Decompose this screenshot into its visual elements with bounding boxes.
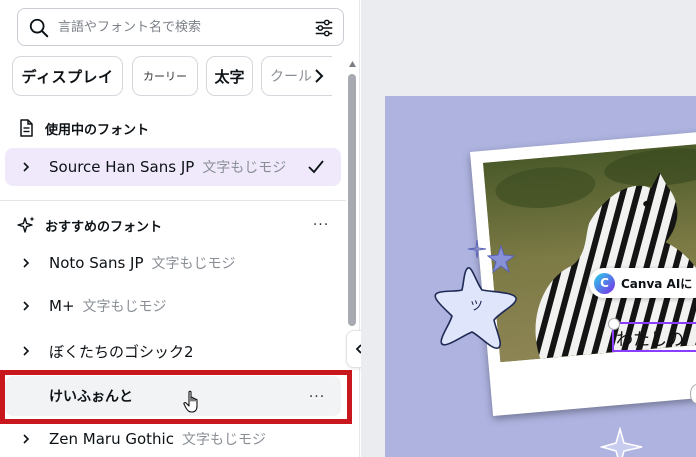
section-title: おすすめのフォント [45,219,163,235]
canva-ai-label: Canva AIに [621,276,693,291]
sparkles-icon [17,216,35,233]
chip-display[interactable]: ディスプレイ [12,56,123,96]
font-sample: 文字もじモジ [82,299,167,315]
font-panel: ディスプレイ カーリー 太字 クール 使用中のフォント Source Han S… [0,0,360,457]
font-row-zen-maru-gothic[interactable]: Zen Maru Gothic 文字もじモジ [5,424,341,454]
search-icon [29,18,49,38]
recommended-fonts-header: おすすめのフォント [16,214,162,236]
canva-ai-logo-icon: C [594,272,615,294]
scrollbar-thumb[interactable] [348,74,356,326]
chevron-right-icon[interactable] [19,299,33,313]
chevron-right-icon[interactable] [19,344,33,358]
sparkle-doodle [467,239,487,259]
font-search-box[interactable] [17,8,344,46]
font-sample: 文字もじモジ [181,432,266,448]
checkmark-icon [308,160,324,174]
text-box-content: わたしの [616,329,684,350]
selected-text-box[interactable]: わたしの [612,322,696,352]
font-name: M+ [49,297,75,315]
scroll-up-arrow-icon[interactable] [348,60,357,68]
hand-cursor-icon [183,390,198,413]
font-row-bokutachi-gothic[interactable]: ぼくたちのゴシック2 [5,332,341,370]
chevron-right-icon[interactable] [19,160,33,174]
star-sticker[interactable]: ツ [430,262,522,352]
chip-label: ディスプレイ [21,67,114,86]
font-row-mplus[interactable]: M+ 文字もじモジ [5,287,341,325]
resize-handle[interactable] [608,318,620,330]
font-search-input[interactable] [58,16,308,38]
font-sample: 文字もじモジ [151,256,236,272]
font-name: Noto Sans JP [49,254,144,272]
font-category-chips: ディスプレイ カーリー 太字 クール [12,55,332,97]
chip-label: 太字 [214,67,245,86]
font-name: ぼくたちのゴシック2 [49,342,194,361]
chevron-right-icon[interactable] [312,66,326,86]
section-divider [0,200,346,201]
font-row-source-han-sans-jp[interactable]: Source Han Sans JP 文字もじモジ [5,148,341,186]
chevron-right-icon[interactable] [19,432,33,446]
current-fonts-header: 使用中のフォント [16,117,149,139]
chip-label: クール [270,69,312,85]
chevron-right-icon[interactable] [19,256,33,270]
chip-bold[interactable]: 太字 [206,56,253,96]
filter-sliders-icon[interactable] [313,17,335,39]
more-options-button[interactable]: ··· [310,214,332,236]
font-name: Source Han Sans JP [49,158,195,176]
font-name: Zen Maru Gothic [49,430,174,448]
document-icon [20,119,33,137]
chip-label: カーリー [143,70,187,83]
highlight-box [0,370,352,424]
chip-curly[interactable]: カーリー [132,56,198,96]
sparkle-doodle [600,426,643,457]
font-sample: 文字もじモジ [202,160,287,176]
font-row-noto-sans-jp[interactable]: Noto Sans JP 文字もじモジ [5,244,341,282]
canva-ai-pill[interactable]: C Canva AIに [589,268,696,298]
section-title: 使用中のフォント [45,122,150,138]
star-sticker-text: ツ [470,299,483,314]
small-star-sticker[interactable] [486,244,516,274]
